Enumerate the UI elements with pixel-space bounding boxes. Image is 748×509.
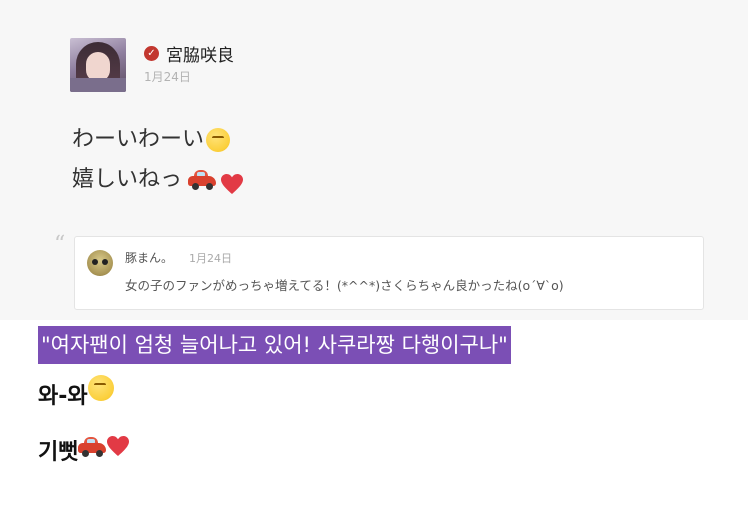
post-line-2: 嬉しいねっ xyxy=(72,160,244,200)
korean-line-2-text: 기뻣 xyxy=(38,440,79,465)
korean-line-2: 기뻣 xyxy=(38,432,130,468)
comment-date: 1月24日 xyxy=(189,252,233,265)
author-name[interactable]: 宮脇咲良 xyxy=(166,41,234,66)
car-emoji-icon xyxy=(78,437,107,457)
quote-meta: 豚まん。 1月24日 xyxy=(125,249,232,266)
korean-line-1-text: 와-와 xyxy=(38,384,88,409)
smile-emoji-icon xyxy=(87,375,114,401)
korean-line-1: 와-와 xyxy=(38,375,114,412)
translation-highlight: "여자팬이 엄청 늘어나고 있어! 사쿠라짱 다행이구나" xyxy=(38,326,511,364)
check-circle-icon: ✓ xyxy=(144,45,159,61)
post-date: 1月24日 xyxy=(144,70,191,84)
post-header: ✓ 宮脇咲良 1月24日 xyxy=(70,38,234,92)
author-row: ✓ 宮脇咲良 xyxy=(144,41,234,66)
car-emoji-icon xyxy=(188,170,217,190)
post-line-2-text: 嬉しいねっ xyxy=(72,167,183,192)
heart-emoji-icon xyxy=(106,435,130,457)
comment-text: 女の子のファンがめっちゃ増えてる！(*^^*)さくらちゃん良かったね(o´∀`o… xyxy=(125,278,564,293)
post-body: わーいわーい 嬉しいねっ xyxy=(72,120,244,200)
author-block: ✓ 宮脇咲良 1月24日 xyxy=(144,42,234,85)
smile-emoji-icon xyxy=(206,128,231,152)
heart-emoji-icon xyxy=(220,169,244,194)
post-line-1: わーいわーい xyxy=(72,120,244,160)
blog-post-screenshot: ✓ 宮脇咲良 1月24日 わーいわーい 嬉しいねっ “ 豚まん。 1月24日 女… xyxy=(0,0,748,320)
quote-mark-icon: “ xyxy=(54,232,66,257)
commenter-name[interactable]: 豚まん。 xyxy=(125,249,173,266)
post-line-1-text: わーいわーい xyxy=(72,127,205,152)
commenter-avatar[interactable] xyxy=(87,250,113,276)
quoted-comment[interactable]: 豚まん。 1月24日 女の子のファンがめっちゃ増えてる！(*^^*)さくらちゃん… xyxy=(74,236,704,310)
author-avatar[interactable] xyxy=(70,38,126,92)
